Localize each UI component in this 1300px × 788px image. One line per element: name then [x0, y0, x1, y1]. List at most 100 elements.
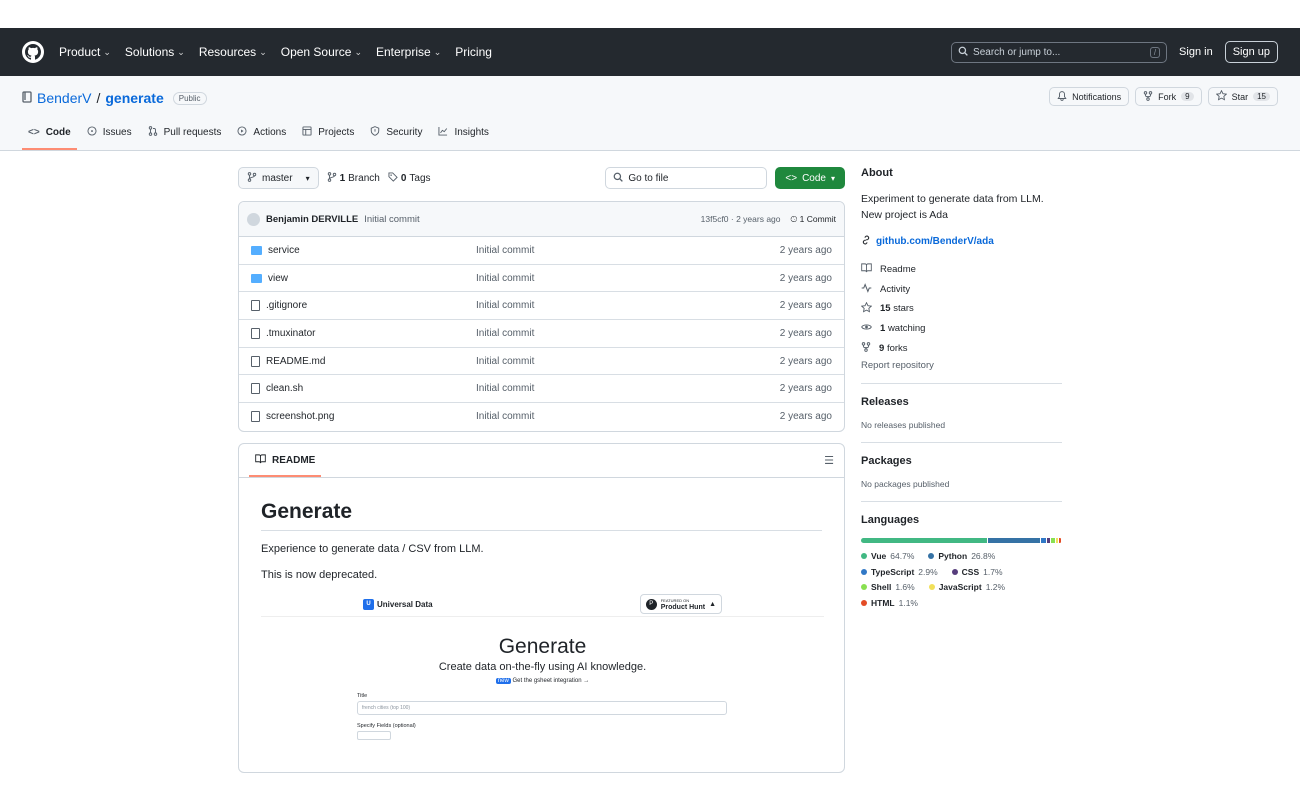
- file-list: service Initial commit 2 years ago view Init…: [239, 237, 844, 431]
- language-name: HTML: [871, 598, 895, 609]
- branch-icon: [247, 171, 257, 185]
- file-commit-time: 2 years ago: [779, 244, 832, 256]
- file-icon: [251, 383, 260, 395]
- file-commit-message[interactable]: Initial commit: [476, 411, 780, 422]
- file-name-link[interactable]: clean.sh: [266, 383, 303, 394]
- file-name-link[interactable]: .gitignore: [266, 300, 307, 311]
- file-commit-message[interactable]: Initial commit: [476, 356, 780, 367]
- nav-solutions[interactable]: Solutions ⌄: [125, 45, 185, 59]
- notifications-button[interactable]: Notifications: [1049, 87, 1130, 106]
- tab-projects[interactable]: Projects: [296, 126, 360, 150]
- packages-empty: No packages published: [861, 478, 950, 489]
- universal-data-logo-icon: U: [363, 598, 374, 610]
- sign-up-button[interactable]: Sign up: [1224, 41, 1278, 63]
- visibility-badge: Public: [172, 91, 207, 105]
- file-row[interactable]: .tmuxinator Initial commit 2 years ago: [239, 320, 844, 348]
- file-commit-message[interactable]: Initial commit: [476, 328, 780, 339]
- file-name-link[interactable]: service: [268, 245, 300, 256]
- code-dropdown-button[interactable]: <> Code ▾: [775, 167, 845, 189]
- language-percent: 1.6%: [895, 582, 915, 593]
- file-row[interactable]: service Initial commit 2 years ago: [239, 237, 844, 265]
- file-row[interactable]: screenshot.png Initial commit 2 years ago: [239, 403, 844, 431]
- file-commit-message[interactable]: Initial commit: [476, 383, 780, 394]
- file-commit-message[interactable]: Initial commit: [476, 245, 780, 256]
- file-row[interactable]: README.md Initial commit 2 years ago: [239, 348, 844, 376]
- watching-link[interactable]: 1 watching: [861, 319, 1062, 339]
- star-icon: [860, 301, 873, 316]
- tab-actions[interactable]: Actions: [231, 126, 292, 150]
- stars-link[interactable]: 15 stars: [860, 299, 1062, 319]
- nav-open-source[interactable]: Open Source ⌄: [281, 45, 362, 59]
- screenshot-input: french cities (top 100): [357, 700, 727, 715]
- github-logo-icon[interactable]: [22, 41, 44, 63]
- branch-select[interactable]: master ▾: [238, 167, 319, 189]
- tab-label: Pull requests: [163, 127, 222, 138]
- language-item[interactable]: HTML 1.1%: [861, 597, 918, 610]
- file-row[interactable]: clean.sh Initial commit 2 years ago: [239, 375, 844, 404]
- homepage-link[interactable]: github.com/BenderV/ada: [861, 235, 1062, 248]
- avatar[interactable]: [247, 212, 260, 226]
- tab-issues[interactable]: Issues: [81, 126, 138, 150]
- sign-in-link[interactable]: Sign in: [1179, 46, 1213, 58]
- commit-history-link[interactable]: 🕓︎ 1 Commit: [791, 214, 836, 225]
- readme-link[interactable]: Readme: [861, 260, 1062, 280]
- file-icon: [251, 300, 260, 312]
- about-title: About: [861, 167, 893, 179]
- file-row[interactable]: .gitignore Initial commit 2 years ago: [239, 292, 844, 321]
- chevron-down-icon: ⌄: [259, 46, 267, 57]
- nav-product[interactable]: Product ⌄: [59, 45, 111, 59]
- commit-message[interactable]: Initial commit: [364, 214, 419, 225]
- issue-icon: [87, 126, 97, 139]
- tab-security[interactable]: Security: [364, 126, 428, 150]
- go-to-file-input[interactable]: Go to file: [605, 167, 768, 189]
- nav-pricing[interactable]: Pricing: [455, 45, 492, 59]
- nav-label: Product: [59, 45, 101, 59]
- language-item[interactable]: TypeScript 2.9%: [861, 566, 938, 579]
- divider: [861, 441, 1062, 443]
- readme-paragraph: This is now deprecated.: [261, 568, 378, 581]
- commit-author[interactable]: Benjamin DERVILLE: [266, 214, 358, 225]
- file-row[interactable]: view Initial commit 2 years ago: [239, 265, 844, 293]
- outline-list-icon[interactable]: ☰: [824, 454, 834, 467]
- activity-link[interactable]: Activity: [861, 280, 1062, 300]
- file-name-link[interactable]: screenshot.png: [266, 411, 334, 422]
- language-item[interactable]: Vue 64.7%: [861, 550, 914, 563]
- bell-icon: [1057, 90, 1067, 103]
- packages-title[interactable]: Packages: [861, 455, 1062, 467]
- file-commit-time: 2 years ago: [779, 411, 832, 423]
- branches-link[interactable]: 1 Branch: [327, 171, 380, 185]
- forks-link[interactable]: 9 forks: [861, 338, 1062, 358]
- file-name-link[interactable]: README.md: [266, 356, 325, 367]
- language-bar-segment: [1047, 537, 1051, 543]
- language-item[interactable]: JavaScript 1.2%: [928, 581, 1005, 594]
- repo-owner-link[interactable]: BenderV: [37, 90, 91, 106]
- report-repository-link[interactable]: Report repository: [861, 360, 1062, 371]
- tab-code[interactable]: <> Code: [22, 126, 77, 150]
- language-bar-segment: [1058, 537, 1061, 543]
- screenshot-brand-label: Universal Data: [377, 599, 433, 609]
- chevron-down-icon: ⌄: [354, 46, 362, 57]
- search-input[interactable]: Search or jump to... /: [951, 41, 1168, 63]
- commit-hash[interactable]: 13f5cf0 · 2 years ago: [701, 214, 781, 224]
- releases-title[interactable]: Releases: [861, 396, 1062, 408]
- file-commit-message[interactable]: Initial commit: [476, 300, 780, 311]
- nav-enterprise[interactable]: Enterprise ⌄: [376, 45, 441, 59]
- file-name-link[interactable]: view: [268, 273, 288, 284]
- tab-pull-requests[interactable]: Pull requests: [142, 126, 228, 150]
- language-item[interactable]: CSS 1.7%: [951, 566, 1003, 579]
- global-header: Product ⌄ Solutions ⌄ Resources ⌄ Open Sour…: [0, 28, 1300, 76]
- folder-icon: [251, 245, 262, 255]
- tab-insights[interactable]: Insights: [432, 126, 494, 150]
- language-name: CSS: [961, 566, 980, 577]
- language-item[interactable]: Shell 1.6%: [861, 581, 915, 594]
- language-item[interactable]: Python 26.8%: [928, 550, 995, 563]
- file-name-link[interactable]: .tmuxinator: [266, 328, 315, 339]
- language-name: Vue: [871, 551, 887, 562]
- star-button[interactable]: Star 15: [1207, 87, 1278, 106]
- readme-tab[interactable]: README: [249, 445, 322, 478]
- file-commit-message[interactable]: Initial commit: [476, 273, 780, 284]
- tags-link[interactable]: 0 Tags: [388, 171, 431, 185]
- fork-button[interactable]: Fork 9: [1135, 87, 1202, 106]
- nav-resources[interactable]: Resources ⌄: [199, 45, 267, 59]
- repo-name-link[interactable]: generate: [105, 90, 163, 106]
